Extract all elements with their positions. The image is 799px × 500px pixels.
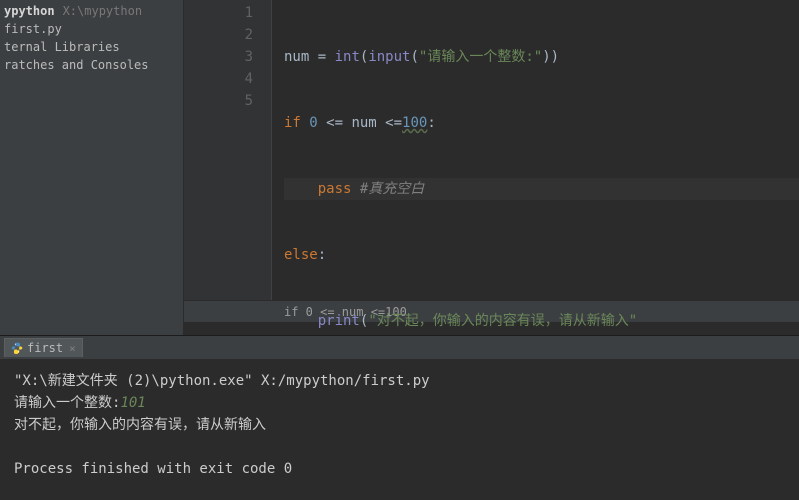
project-file[interactable]: first.py [0, 20, 183, 38]
scratches-consoles[interactable]: ratches and Consoles [0, 56, 183, 74]
console-program-output: 对不起，你输入的内容有误，请从新输入 [14, 414, 785, 436]
python-icon [11, 342, 23, 354]
close-icon[interactable]: × [69, 342, 76, 355]
code-line-1[interactable]: num = int(input("请输入一个整数:")) [284, 46, 799, 68]
console-prompt-line: 请输入一个整数:101 [14, 392, 785, 414]
code-line-4[interactable]: else: [284, 244, 799, 266]
run-tab-label: first [27, 341, 63, 355]
external-libraries[interactable]: ternal Libraries [0, 38, 183, 56]
line-number[interactable]: 1 [184, 2, 253, 24]
line-gutter[interactable]: 1 2 3 4 5 [184, 0, 272, 300]
line-number[interactable]: 2 [184, 24, 253, 46]
external-label: ternal Libraries [4, 40, 120, 54]
run-tab-first[interactable]: first × [4, 338, 83, 357]
scratches-label: ratches and Consoles [4, 58, 149, 72]
console-user-input: 101 [120, 395, 145, 411]
console-blank [14, 436, 785, 458]
code-line-3[interactable]: pass #真充空白 [284, 178, 799, 200]
line-number[interactable]: 3 [184, 46, 253, 68]
project-sidebar[interactable]: ypython X:\mypython first.py ternal Libr… [0, 0, 184, 335]
console-output[interactable]: "X:\新建文件夹 (2)\python.exe" X:/mypython/fi… [0, 360, 799, 490]
project-path: X:\mypython [63, 4, 142, 18]
code-line-5[interactable]: print("对不起，你输入的内容有误，请从新输入" [284, 310, 799, 332]
code-line-2[interactable]: if 0 <= num <=100: [284, 112, 799, 134]
project-root[interactable]: ypython X:\mypython [0, 2, 183, 20]
project-name: ypython [4, 4, 55, 18]
line-number[interactable]: 5 [184, 90, 253, 112]
editor-pane: 1 2 3 4 5 num = int(input("请输入一个整数:")) i… [184, 0, 799, 335]
main-area: ypython X:\mypython first.py ternal Libr… [0, 0, 799, 335]
console-exit: Process finished with exit code 0 [14, 458, 785, 480]
file-name: first.py [4, 22, 62, 36]
code-area[interactable]: 1 2 3 4 5 num = int(input("请输入一个整数:")) i… [184, 0, 799, 300]
line-number[interactable]: 4 [184, 68, 253, 90]
code-content[interactable]: num = int(input("请输入一个整数:")) if 0 <= num… [272, 0, 799, 300]
